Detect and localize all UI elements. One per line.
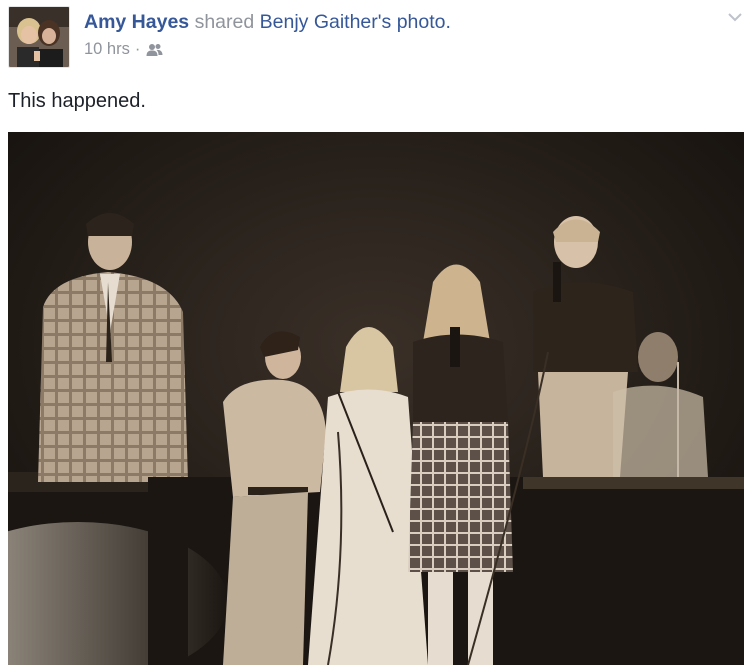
meta-separator: ·: [134, 40, 141, 58]
post-photo[interactable]: [8, 132, 744, 665]
timestamp-link[interactable]: 10 hrs: [84, 40, 130, 59]
post-headline: Amy Hayes shared Benjy Gaither's photo.: [84, 10, 451, 34]
post-message: This happened.: [8, 90, 146, 112]
chevron-down-icon[interactable]: [726, 10, 744, 24]
source-object-link[interactable]: photo: [397, 11, 446, 33]
action-text: shared: [194, 11, 255, 33]
source-possessive: 's: [377, 11, 392, 33]
actor-name-link[interactable]: Amy Hayes: [84, 11, 189, 33]
headline-period: .: [445, 11, 451, 33]
source-owner-link[interactable]: Benjy Gaither: [260, 11, 378, 33]
friends-icon[interactable]: [146, 43, 164, 57]
post-header: Amy Hayes shared Benjy Gaither's photo. …: [0, 0, 744, 80]
profile-avatar[interactable]: [8, 6, 70, 68]
post-meta: 10 hrs ·: [84, 40, 164, 59]
